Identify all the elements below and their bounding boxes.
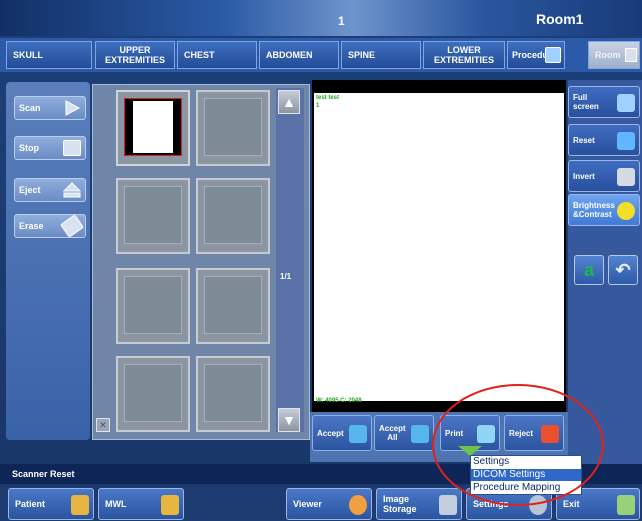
accept-all-button[interactable]: Accept All <box>374 415 434 451</box>
thumbnail-8[interactable] <box>196 356 270 432</box>
brightness-contrast-button[interactable]: Brightness &Contrast <box>568 194 640 226</box>
thumbnail-5[interactable] <box>116 268 190 344</box>
mwl-button[interactable]: MWL <box>98 488 184 520</box>
brightness-contrast-label: Brightness &Contrast <box>573 201 615 219</box>
window-level-overlay: W: 4095 C: 2048 <box>316 398 362 404</box>
room-label: Room1 <box>536 11 584 27</box>
highlight-circle <box>432 384 604 506</box>
close-icon[interactable]: ✕ <box>96 418 110 432</box>
accept-label: Accept <box>317 428 344 438</box>
annotation-icon[interactable]: a <box>574 255 604 285</box>
invert-label: Invert <box>573 171 595 181</box>
thumbnail-image <box>124 98 182 156</box>
play-icon <box>63 100 81 116</box>
xray-image[interactable] <box>314 93 564 401</box>
patient-name-overlay: test test <box>316 95 340 101</box>
room-icon <box>625 48 637 62</box>
full-screen-icon <box>617 94 635 112</box>
stop-icon <box>63 140 81 156</box>
erase-button[interactable]: Erase <box>14 214 86 238</box>
worklist-icon <box>161 495 179 515</box>
thumbnail-6[interactable] <box>196 268 270 344</box>
invert-icon <box>617 168 635 186</box>
scan-button[interactable]: Scan <box>14 96 86 120</box>
exit-icon <box>617 495 635 515</box>
accept-all-check-icon <box>411 425 429 443</box>
thumbnail-2[interactable] <box>196 90 270 166</box>
status-text: Scanner Reset <box>12 469 75 479</box>
category-upper-extremities[interactable]: UPPER EXTREMITIES <box>95 41 175 69</box>
category-skull[interactable]: SKULL <box>6 41 92 69</box>
stop-button[interactable]: Stop <box>14 136 86 160</box>
scanner-app-window: 1 Room1 SKULL UPPER EXTREMITIES CHEST AB… <box>0 0 642 521</box>
exit-label: Exit <box>563 499 580 509</box>
room-button-label: Room <box>595 50 621 60</box>
full-screen-label: Full screen <box>573 93 599 111</box>
eject-button[interactable]: Eject <box>14 178 86 202</box>
thumbnail-7[interactable] <box>116 356 190 432</box>
arrow-down-icon: ▼ <box>282 412 296 428</box>
eject-label: Eject <box>19 185 41 195</box>
person-icon <box>349 495 367 515</box>
eject-icon <box>62 182 82 198</box>
thumbnail-3[interactable] <box>116 178 190 254</box>
scan-label: Scan <box>19 103 41 113</box>
viewer-button[interactable]: Viewer <box>286 488 372 520</box>
thumbnail-4[interactable] <box>196 178 270 254</box>
rotate-icon[interactable]: ↶ <box>608 255 638 285</box>
patient-icon <box>71 495 89 515</box>
study-number: 1 <box>338 14 345 28</box>
full-screen-button[interactable]: Full screen <box>568 86 640 118</box>
patient-label: Patient <box>15 499 46 509</box>
thumbnail-scrollbar[interactable] <box>276 88 304 432</box>
mwl-label: MWL <box>105 499 127 509</box>
room-button[interactable]: Room <box>588 41 640 69</box>
scroll-up-button[interactable]: ▲ <box>278 90 300 114</box>
image-storage-button[interactable]: Image Storage <box>376 488 462 520</box>
storage-icon <box>439 495 457 515</box>
accept-button[interactable]: Accept <box>312 415 372 451</box>
stop-label: Stop <box>19 143 39 153</box>
reset-label: Reset <box>573 135 595 145</box>
arrow-up-icon: ▲ <box>282 94 296 110</box>
eraser-icon <box>60 214 84 238</box>
viewer-label: Viewer <box>293 499 322 509</box>
category-chest[interactable]: CHEST <box>177 41 257 69</box>
image-storage-label: Image Storage <box>383 494 417 514</box>
patient-button[interactable]: Patient <box>8 488 94 520</box>
category-procedures[interactable]: Procedures <box>507 41 565 69</box>
image-number-overlay: 1 <box>316 103 320 109</box>
erase-label: Erase <box>19 221 44 231</box>
undo-icon <box>617 132 635 150</box>
scroll-down-button[interactable]: ▼ <box>278 408 300 432</box>
category-abdomen[interactable]: ABDOMEN <box>259 41 339 69</box>
reset-button[interactable]: Reset <box>568 124 640 156</box>
page-count: 1/1 <box>280 272 292 281</box>
accept-check-icon <box>349 425 367 443</box>
accept-all-label: Accept All <box>379 424 406 442</box>
title-bar: 1 Room1 <box>0 0 642 36</box>
thumbnail-1[interactable] <box>116 90 190 166</box>
category-lower-extremities[interactable]: LOWER EXTREMITIES <box>423 41 505 69</box>
category-spine[interactable]: SPINE <box>341 41 421 69</box>
invert-button[interactable]: Invert <box>568 160 640 192</box>
procedures-icon <box>545 47 561 63</box>
sun-icon <box>617 202 635 220</box>
